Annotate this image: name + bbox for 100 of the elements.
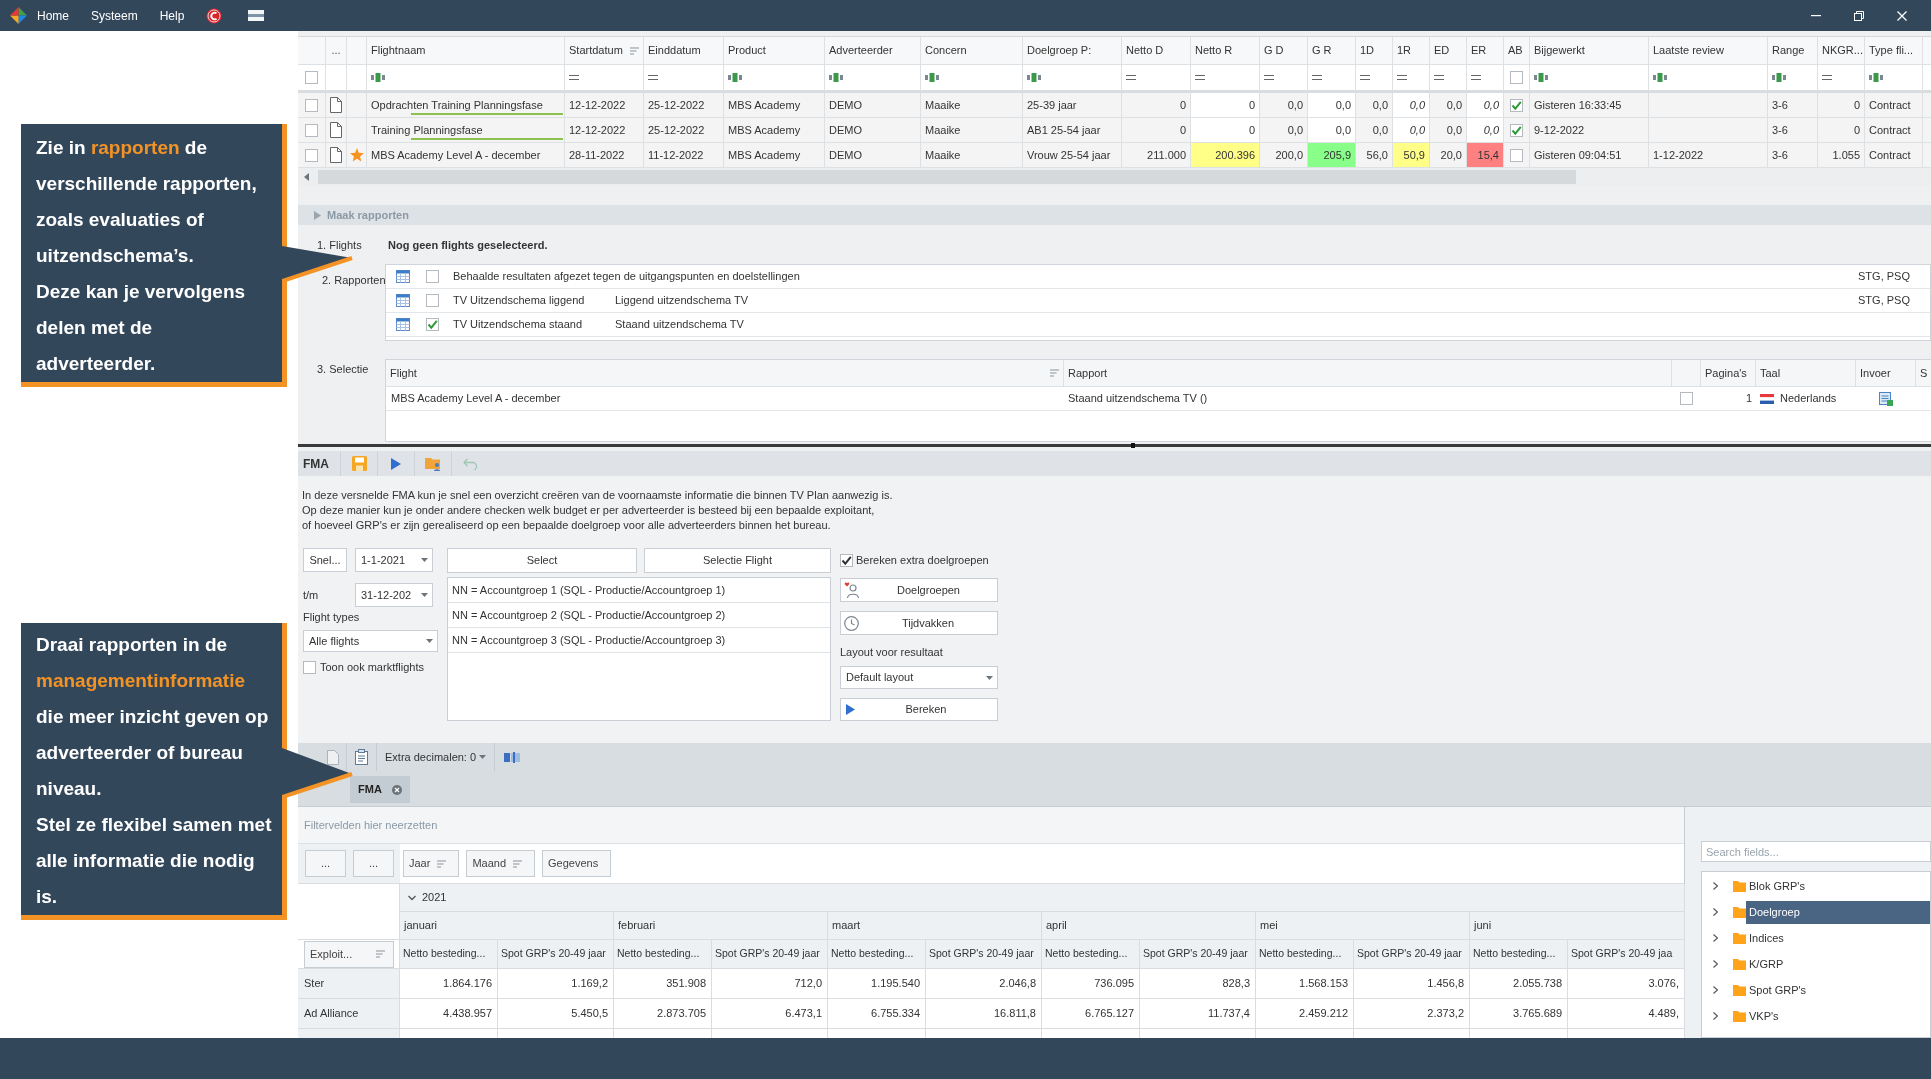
column-header[interactable]: Flightnaam: [367, 37, 565, 64]
table-edit-icon[interactable]: [1879, 391, 1893, 406]
checkbox[interactable]: [426, 270, 439, 283]
list-item[interactable]: NN = Accountgroep 2 (SQL - Productie/Accountgroep 2): [448, 603, 830, 628]
text-filter-icon[interactable]: [1772, 73, 1787, 82]
tree-item[interactable]: Spot GRP's: [1746, 978, 1930, 1002]
menu-item[interactable]: Systeem: [91, 6, 138, 25]
checkbox[interactable]: [1510, 71, 1523, 84]
checkbox[interactable]: [303, 660, 316, 674]
chevron-right-icon[interactable]: [1713, 934, 1718, 942]
text-filter-icon[interactable]: [1653, 73, 1668, 82]
tab[interactable]: FMA: [350, 776, 410, 803]
chevron-right-icon[interactable]: [1713, 882, 1718, 890]
field-button[interactable]: Gegevens: [542, 850, 612, 877]
text-filter-icon[interactable]: [371, 73, 386, 82]
column-header[interactable]: Spot GRP's 20-49 jaa: [1568, 940, 1685, 969]
field-button[interactable]: Jaar: [403, 850, 460, 877]
column-header[interactable]: ...: [326, 37, 347, 64]
column-header[interactable]: Spot GRP's 20-49 jaar: [712, 940, 828, 969]
checkbox[interactable]: [305, 123, 318, 137]
select-button[interactable]: Select: [447, 548, 637, 573]
table-row[interactable]: MBS Academy Level A - december 28-11-2022 11-12-2022 MBS Academy DEMO Maaike Vrouw 25-54 jaar 211.000 200.396 200,0 205,9 56,0 50,9 20,0 15,4 Gisteren 09:04:51 1-12-2022 3-6 1.055 Contract: [298, 143, 1931, 168]
splitter-handle[interactable]: [1130, 443, 1135, 448]
equals-icon[interactable]: [1195, 75, 1205, 80]
column-header[interactable]: april: [1042, 912, 1256, 940]
column-header[interactable]: 1D: [1356, 37, 1393, 64]
chevron-right-icon[interactable]: [1713, 960, 1718, 968]
equals-icon[interactable]: [1312, 75, 1322, 80]
tree-item[interactable]: K/GRP: [1746, 952, 1930, 976]
menu-item[interactable]: Home: [37, 6, 69, 25]
flag-icon[interactable]: [248, 10, 265, 21]
circle-logo-icon[interactable]: [206, 7, 223, 24]
menu-item[interactable]: Help: [159, 6, 185, 25]
checkbox[interactable]: [1680, 392, 1693, 405]
tree-item[interactable]: Doelgroep: [1746, 900, 1930, 924]
scrollbar[interactable]: [298, 168, 1931, 186]
year-toggle[interactable]: 2021: [400, 884, 1685, 912]
column-header[interactable]: Taal: [1756, 360, 1856, 386]
chevron-right-icon[interactable]: [1713, 986, 1718, 994]
list-item[interactable]: NN = Accountgroep 1 (SQL - Productie/Accountgroep 1): [448, 578, 830, 603]
column-header[interactable]: Spot GRP's 20-49 jaar: [1354, 940, 1470, 969]
column-header[interactable]: NKGR...: [1818, 37, 1865, 64]
arrow-left-icon[interactable]: [304, 173, 309, 181]
column-header[interactable]: Pagina's: [1701, 360, 1756, 386]
column-header[interactable]: Concern: [921, 37, 1023, 64]
column-header[interactable]: 1R: [1393, 37, 1430, 64]
checkbox[interactable]: [1510, 148, 1523, 162]
column-header[interactable]: Invoer: [1856, 360, 1916, 386]
checkbox[interactable]: [305, 98, 318, 112]
checkbox[interactable]: [840, 554, 853, 567]
column-header[interactable]: ER: [1467, 37, 1504, 64]
text-filter-icon[interactable]: [925, 73, 940, 82]
column-header[interactable]: maart: [828, 912, 1042, 940]
chevron-right-icon[interactable]: [1713, 1012, 1718, 1020]
column-header[interactable]: AB: [1504, 37, 1530, 64]
column-header[interactable]: Laatste review: [1649, 37, 1768, 64]
column-header[interactable]: Netto D: [1122, 37, 1191, 64]
row-header[interactable]: Ster: [298, 969, 400, 999]
periods-button[interactable]: Tijdvakken: [840, 611, 998, 635]
column-header[interactable]: februari: [614, 912, 828, 940]
field-button[interactable]: ...: [305, 850, 346, 877]
text-filter-icon[interactable]: [829, 73, 844, 82]
tree-item[interactable]: Indices: [1746, 926, 1930, 950]
column-header[interactable]: Einddatum: [644, 37, 724, 64]
column-header[interactable]: Spot GRP's 20-49 jaar: [926, 940, 1042, 969]
compute-button[interactable]: Bereken: [840, 698, 998, 721]
row-header[interactable]: Ad Alliance: [298, 999, 400, 1029]
layout-dropdown[interactable]: Default layout: [840, 666, 998, 689]
column-header[interactable]: Netto besteding...: [614, 940, 712, 969]
checkbox[interactable]: [426, 318, 439, 331]
column-header[interactable]: Netto R: [1191, 37, 1260, 64]
equals-icon[interactable]: [1360, 75, 1370, 80]
field-button[interactable]: Maand: [466, 850, 536, 877]
column-header[interactable]: Type fli...: [1865, 37, 1923, 64]
equals-icon[interactable]: [1434, 75, 1444, 80]
equals-icon[interactable]: [1822, 75, 1832, 80]
close-icon[interactable]: [391, 784, 402, 795]
equals-icon[interactable]: [1397, 75, 1407, 80]
column-header[interactable]: G R: [1308, 37, 1356, 64]
column-header[interactable]: Netto besteding...: [1256, 940, 1354, 969]
table-row[interactable]: Training Planningsfase 12-12-2022 25-12-2022 MBS Academy DEMO Maaike AB1 25-54 jaar 0 0 0,0 0,0 0,0 0,0 0,0 0,0 9-12-2022 3-6 0 Contract: [298, 118, 1931, 143]
equals-icon[interactable]: [1471, 75, 1481, 80]
equals-icon[interactable]: [569, 75, 579, 80]
table-row[interactable]: Opdrachten Training Planningsfase 12-12-2022 25-12-2022 MBS Academy DEMO Maaike 25-39 jaar 0 0 0,0 0,0 0,0 0,0 0,0 0,0 Gisteren 16:33:45 3-6 0 Contract: [298, 93, 1931, 118]
column-header[interactable]: juni: [1470, 912, 1685, 940]
field-button[interactable]: Exploit...: [304, 940, 394, 968]
checkbox[interactable]: [1510, 123, 1523, 137]
text-filter-icon[interactable]: [1534, 73, 1549, 82]
field-button[interactable]: ...: [353, 850, 394, 877]
column-header[interactable]: Product: [724, 37, 825, 64]
list-item[interactable]: NN = Accountgroep 3 (SQL - Productie/Accountgroep 3): [448, 628, 830, 653]
column-header[interactable]: Range: [1768, 37, 1818, 64]
text-filter-icon[interactable]: [1869, 73, 1884, 82]
date-from-dropdown[interactable]: 1-1-2021: [355, 548, 433, 572]
checkbox[interactable]: [1510, 98, 1523, 112]
search-field[interactable]: Search fields...: [1701, 841, 1931, 862]
checkbox[interactable]: [305, 148, 318, 162]
tree-item[interactable]: VKP's: [1746, 1004, 1930, 1028]
column-header[interactable]: Netto besteding...: [1470, 940, 1568, 969]
column-header[interactable]: Spot GRP's 20-49 jaar: [498, 940, 614, 969]
